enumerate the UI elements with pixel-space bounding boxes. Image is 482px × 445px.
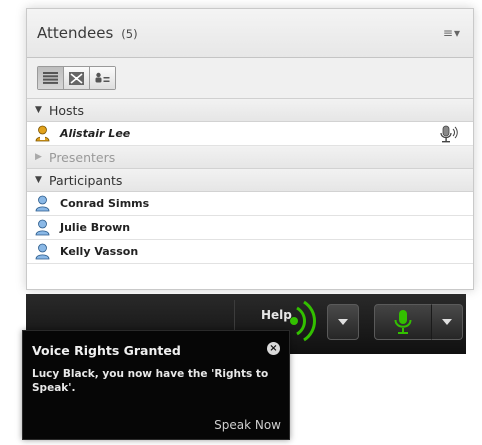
attendee-row[interactable]: Conrad Simms — [27, 192, 473, 216]
view-toolbar — [27, 58, 473, 99]
speak-now-button[interactable]: Speak Now — [214, 418, 281, 432]
breakout-view-icon — [69, 71, 84, 85]
pod-options-menu-icon[interactable]: ≡▾ — [443, 26, 461, 40]
collapse-arrow-icon: ▶ — [35, 152, 42, 162]
group-hosts[interactable]: ▼ Hosts — [27, 99, 473, 122]
pod-title: Attendees (5) — [37, 24, 138, 42]
group-label: Presenters — [49, 149, 116, 165]
chevron-down-icon — [442, 319, 452, 325]
expand-arrow-icon: ▼ — [35, 175, 42, 185]
expand-arrow-icon: ▼ — [35, 105, 42, 115]
attendee-row[interactable]: Julie Brown — [27, 216, 473, 240]
attendee-row[interactable]: Alistair Lee — [27, 122, 473, 146]
chevron-down-icon — [338, 319, 348, 325]
notification-message: Lucy Black, you now have the 'Rights to … — [32, 368, 269, 394]
notification-title: Voice Rights Granted — [32, 343, 181, 358]
attendees-pod: Attendees (5) ≡▾ ▼ Hosts Alistair Lee ▶ … — [26, 8, 474, 290]
attendee-name: Julie Brown — [60, 221, 131, 234]
group-presenters[interactable]: ▶ Presenters — [27, 146, 473, 169]
host-user-icon — [35, 125, 50, 142]
audio-broadcast-icon[interactable] — [287, 298, 325, 344]
participant-user-icon — [35, 195, 50, 212]
attendee-name: Alistair Lee — [60, 127, 131, 140]
view-toggle-group — [37, 66, 116, 90]
voice-rights-notification: Voice Rights Granted × Lucy Black, you n… — [22, 330, 290, 440]
user-status-view-button[interactable] — [90, 67, 115, 89]
breakout-view-button[interactable] — [64, 67, 90, 89]
audio-options-dropdown[interactable] — [327, 304, 359, 340]
close-icon[interactable]: × — [267, 342, 280, 355]
group-participants[interactable]: ▼ Participants — [27, 169, 473, 192]
group-label: Hosts — [49, 102, 84, 118]
microphone-button[interactable] — [374, 304, 432, 340]
user-status-icon — [95, 72, 110, 83]
attendee-name: Conrad Simms — [60, 197, 150, 210]
participant-user-icon — [35, 243, 50, 260]
microphone-icon — [394, 310, 412, 334]
microphone-options-dropdown[interactable] — [431, 304, 463, 340]
group-label: Participants — [49, 172, 123, 188]
attendee-name: Kelly Vasson — [60, 245, 139, 258]
participant-user-icon — [35, 219, 50, 236]
attendee-count: (5) — [121, 27, 138, 41]
microphone-speaking-icon — [440, 125, 458, 143]
list-view-button[interactable] — [38, 67, 64, 89]
attendee-row[interactable]: Kelly Vasson — [27, 240, 473, 264]
pod-title-text: Attendees — [37, 24, 114, 42]
list-view-icon — [43, 72, 58, 84]
pod-header: Attendees (5) ≡▾ — [27, 9, 473, 58]
